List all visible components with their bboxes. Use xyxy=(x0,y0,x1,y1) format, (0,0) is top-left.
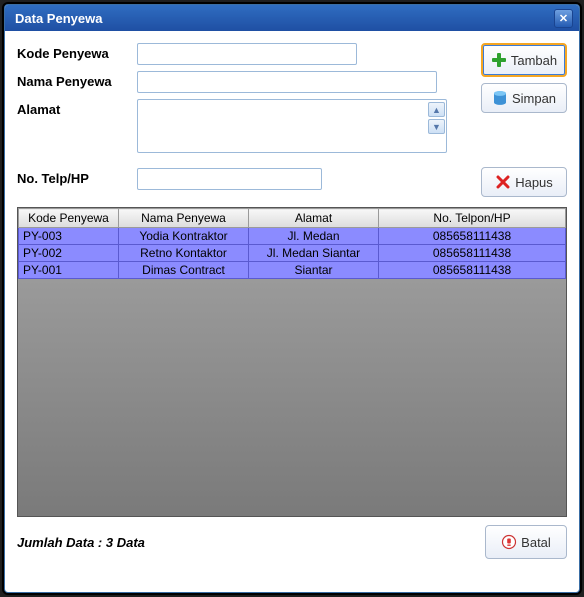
cell-kode: PY-002 xyxy=(19,245,119,262)
hapus-button[interactable]: Hapus xyxy=(481,167,567,197)
close-button[interactable]: ✕ xyxy=(554,9,573,28)
cell-nama: Retno Kontaktor xyxy=(119,245,249,262)
cell-kode: PY-001 xyxy=(19,262,119,279)
simpan-label: Simpan xyxy=(512,91,556,106)
scroll-up-icon[interactable]: ▲ xyxy=(428,102,445,117)
cell-nama: Yodia Kontraktor xyxy=(119,228,249,245)
simpan-button[interactable]: Simpan xyxy=(481,83,567,113)
telp-input[interactable] xyxy=(137,168,322,190)
side-buttons: Tambah Simpan Hapus xyxy=(481,43,567,197)
cell-kode: PY-003 xyxy=(19,228,119,245)
form-fields: Kode Penyewa Nama Penyewa Alamat ▲ ▼ xyxy=(17,43,471,197)
x-icon xyxy=(495,174,511,190)
batal-label: Batal xyxy=(521,535,551,550)
table-header-row: Kode Penyewa Nama Penyewa Alamat No. Tel… xyxy=(19,209,566,228)
hapus-label: Hapus xyxy=(515,175,553,190)
nama-label: Nama Penyewa xyxy=(17,71,137,89)
cell-telp: 085658111438 xyxy=(379,245,566,262)
col-nama[interactable]: Nama Penyewa xyxy=(119,209,249,228)
col-alamat[interactable]: Alamat xyxy=(249,209,379,228)
cell-telp: 085658111438 xyxy=(379,228,566,245)
batal-button[interactable]: Batal xyxy=(485,525,567,559)
window-title: Data Penyewa xyxy=(15,11,102,26)
scroll-down-icon[interactable]: ▼ xyxy=(428,119,445,134)
tambah-button[interactable]: Tambah xyxy=(481,43,567,77)
cell-alamat: Siantar xyxy=(249,262,379,279)
tambah-label: Tambah xyxy=(511,53,557,68)
close-icon: ✕ xyxy=(559,12,568,25)
plus-icon xyxy=(491,52,507,68)
kode-input[interactable] xyxy=(137,43,357,65)
cell-nama: Dimas Contract xyxy=(119,262,249,279)
cell-telp: 085658111438 xyxy=(379,262,566,279)
table-row[interactable]: PY-003Yodia KontraktorJl. Medan085658111… xyxy=(19,228,566,245)
stop-icon xyxy=(501,534,517,550)
titlebar: Data Penyewa ✕ xyxy=(5,5,579,31)
grid-empty-area xyxy=(18,279,566,516)
count-label: Jumlah Data : 3 Data xyxy=(17,535,145,550)
cell-alamat: Jl. Medan xyxy=(249,228,379,245)
col-telp[interactable]: No. Telpon/HP xyxy=(379,209,566,228)
alamat-input[interactable] xyxy=(137,99,447,153)
cell-alamat: Jl. Medan Siantar xyxy=(249,245,379,262)
col-kode[interactable]: Kode Penyewa xyxy=(19,209,119,228)
kode-label: Kode Penyewa xyxy=(17,43,137,61)
table-row[interactable]: PY-001Dimas ContractSiantar085658111438 xyxy=(19,262,566,279)
alamat-label: Alamat xyxy=(17,99,137,117)
table-row[interactable]: PY-002Retno KontaktorJl. Medan Siantar08… xyxy=(19,245,566,262)
window: Data Penyewa ✕ Kode Penyewa Nama Penyewa… xyxy=(4,4,580,593)
nama-input[interactable] xyxy=(137,71,437,93)
telp-label: No. Telp/HP xyxy=(17,168,137,186)
data-grid[interactable]: Kode Penyewa Nama Penyewa Alamat No. Tel… xyxy=(17,207,567,517)
database-icon xyxy=(492,90,508,106)
